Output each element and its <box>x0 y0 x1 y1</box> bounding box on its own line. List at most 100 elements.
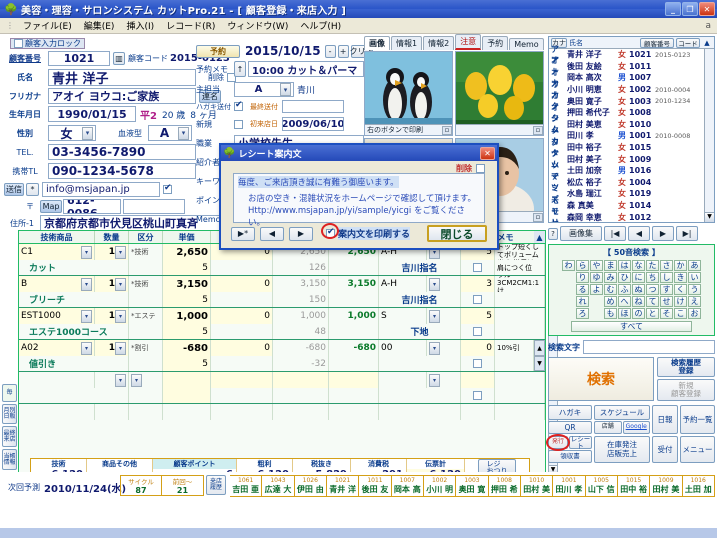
table-row-empty-sub[interactable] <box>19 388 545 404</box>
map-button[interactable]: Map <box>40 200 62 213</box>
kana-cell-ふ[interactable]: ふ <box>618 284 631 295</box>
row1-product-dropdown-icon[interactable]: ▾ <box>81 245 92 259</box>
kana-cell-え[interactable]: え <box>688 296 701 307</box>
row3-memo[interactable] <box>495 308 545 324</box>
vtab-last-visit[interactable]: 最終 来店 <box>2 426 17 448</box>
list-item[interactable]: タナ 田中 裕子女 1015 <box>549 138 714 158</box>
tel-field[interactable]: 03-3456-7890 <box>48 144 196 160</box>
kana-cell-ひ[interactable]: ひ <box>618 272 631 283</box>
kana-cell-み[interactable]: み <box>604 272 617 283</box>
customer-list[interactable]: カナ 氏名 顧客番号 コード ▲ アオ 青井 洋子女 1021 2015-0123 アト… <box>548 36 715 223</box>
dialog-delete-checkbox[interactable] <box>476 164 485 173</box>
vtab-every[interactable]: 毎 <box>2 384 17 402</box>
row2-sub-checkbox[interactable] <box>473 295 482 304</box>
search-input[interactable] <box>583 340 715 354</box>
menu-edit[interactable]: 編集(E) <box>78 18 121 33</box>
search-history-button[interactable]: 検索履歴 登録 <box>657 357 715 377</box>
photo-thumbnail-1[interactable]: 右のボタンで印刷 ▫ <box>364 51 453 136</box>
receipt-doc-button[interactable]: 領収書 <box>548 450 592 463</box>
kana-cell-め[interactable]: め <box>604 296 617 307</box>
table-row-sub[interactable]: ブリーチ 5 150 吉川指名 <box>19 292 545 308</box>
recent-customer-cell[interactable]: 1002 小川 明 <box>423 475 457 497</box>
row3-staff[interactable]: S <box>379 308 427 324</box>
list-item[interactable]: モリ森 真美女 1014 <box>549 196 714 216</box>
kana-cell-ま[interactable]: ま <box>604 260 617 271</box>
address1-field[interactable]: 京都府京都市伏見区桃山町真斉 <box>40 215 222 231</box>
list-item[interactable]: オカ 小川 明恵女 1002 2010-0004 <box>549 80 714 100</box>
row1-sub-checkbox[interactable] <box>473 263 482 272</box>
kana-cell-ら[interactable]: ら <box>576 260 589 271</box>
blood-dropdown-icon[interactable]: ▾ <box>178 126 189 140</box>
photo-expand-icon-1[interactable]: ▫ <box>442 125 452 135</box>
restore-button[interactable]: ❐ <box>682 2 698 16</box>
empty-sub-checkbox[interactable] <box>473 391 482 400</box>
menu-grip[interactable]: ⋮ <box>6 21 14 30</box>
nav-next-button[interactable]: ▶ <box>652 226 674 241</box>
empty-row-dropdown-icon[interactable]: ▾ <box>115 373 126 387</box>
row4-product[interactable]: A02 <box>21 343 39 353</box>
kana-cell-け[interactable]: け <box>674 296 687 307</box>
tab-info1[interactable]: 情報1 <box>391 36 423 50</box>
kana-cell-れ[interactable]: れ <box>576 296 589 307</box>
menu-button[interactable]: メニュー <box>680 436 715 463</box>
row3-rate[interactable]: 5 <box>163 324 211 339</box>
reserve-date[interactable]: 2015/10/15 <box>245 44 321 58</box>
kana-cell-り[interactable]: り <box>576 272 589 283</box>
kana-cell-あ[interactable]: あ <box>688 260 701 271</box>
menu-file[interactable]: ファイル(E) <box>17 18 78 33</box>
kana-cell-さ[interactable]: さ <box>660 260 673 271</box>
tab-caution[interactable]: 注意 <box>455 34 482 50</box>
recent-customer-cell[interactable]: 1010 田村 美 <box>520 475 554 497</box>
recent-customer-cell[interactable]: 1007 岡本 高 <box>391 475 424 497</box>
dialog-nav-next-button[interactable]: ▶ <box>289 226 313 241</box>
kana-cell-る[interactable]: る <box>576 284 589 295</box>
kana-cell-い[interactable]: い <box>688 272 701 283</box>
minimize-button[interactable]: _ <box>665 2 681 16</box>
reserve-button[interactable]: 予約 <box>196 44 240 58</box>
list-item[interactable]: ミズ 水島 瑞江女 1019 <box>549 184 714 204</box>
kana-cell-か[interactable]: か <box>674 260 687 271</box>
nav-last-button[interactable]: ▶| <box>676 226 698 241</box>
row2-memo[interactable]: ねもとナチュラル3CM2CM1:1 け <box>497 276 542 292</box>
row2-rate[interactable]: 5 <box>163 292 211 307</box>
kana-cell-せ[interactable]: せ <box>660 296 673 307</box>
birthday-field[interactable]: 1990/01/15 <box>48 106 136 122</box>
row1-memo2[interactable]: トップ短くしてボリューム出す 襟足は <box>497 244 542 260</box>
list-item[interactable]: アト 後田 友絵女 1011 <box>549 56 714 76</box>
dialog-message-box[interactable]: 毎度、ご来店頂き誠に有難う御座います。 お店の空き・混雑状況をホームページで確認… <box>233 173 485 228</box>
list-item[interactable]: オカ 岡本 高次男 1007 <box>549 68 714 88</box>
kana-cell-や[interactable]: や <box>590 260 603 271</box>
memo-scroll-down-icon[interactable]: ▼ <box>534 356 545 371</box>
zip-extra-field[interactable] <box>123 199 185 214</box>
recent-customer-cell[interactable]: 1021 青井 洋 <box>326 475 360 497</box>
mail-send-button[interactable]: 送信 <box>4 183 24 196</box>
empty-row-staff-dropdown-icon[interactable]: ▾ <box>429 373 440 387</box>
row3-product-dropdown-icon[interactable]: ▾ <box>81 309 92 323</box>
list-item[interactable]: ツチ 土田 加奈男 1016 <box>549 161 714 181</box>
list-item[interactable]: オシ 押田 希代子女 1008 <box>549 103 714 123</box>
new-customer-checkbox[interactable] <box>234 119 243 129</box>
recent-customer-cell[interactable]: 1011 後田 友 <box>359 475 392 497</box>
kana-cell-す[interactable]: す <box>660 284 673 295</box>
row3-product[interactable]: EST1000 <box>21 311 61 321</box>
recent-customer-cell[interactable]: 1001 田川 孝 <box>553 475 586 497</box>
recent-customer-cell[interactable]: 1005 山下 信 <box>585 475 618 497</box>
kana-cell-て[interactable]: て <box>646 296 659 307</box>
row4-qty-dropdown-icon[interactable]: ▾ <box>115 341 126 355</box>
row4-staff-dropdown-icon[interactable]: ▾ <box>429 341 440 355</box>
recent-customer-cell[interactable]: 1008 押田 希 <box>488 475 521 497</box>
tab-reserve[interactable]: 予約 <box>482 36 509 50</box>
memo-scroll-up-icon[interactable]: ▲ <box>534 340 545 356</box>
code-sort-button[interactable]: コード <box>676 37 700 48</box>
row1-product[interactable]: C1 <box>21 247 33 257</box>
photo-expand-icon-4[interactable]: ▫ <box>533 212 543 222</box>
menu-insert[interactable]: 挿入(I) <box>120 18 160 33</box>
menu-help[interactable]: ヘルプ(H) <box>294 18 347 33</box>
mail-field[interactable]: info@msjapan.jp <box>42 182 160 197</box>
list-item[interactable]: タム 田村 美恵女 1010 <box>549 114 714 134</box>
new-customer-button[interactable]: 新規 顧客登録 <box>657 379 715 401</box>
staff-dropdown-icon[interactable]: ▾ <box>280 83 291 96</box>
kana-cell-ほ[interactable]: ほ <box>618 308 631 319</box>
sex-dropdown-icon[interactable]: ▾ <box>82 126 93 140</box>
kana-cell-に[interactable]: に <box>632 272 645 283</box>
